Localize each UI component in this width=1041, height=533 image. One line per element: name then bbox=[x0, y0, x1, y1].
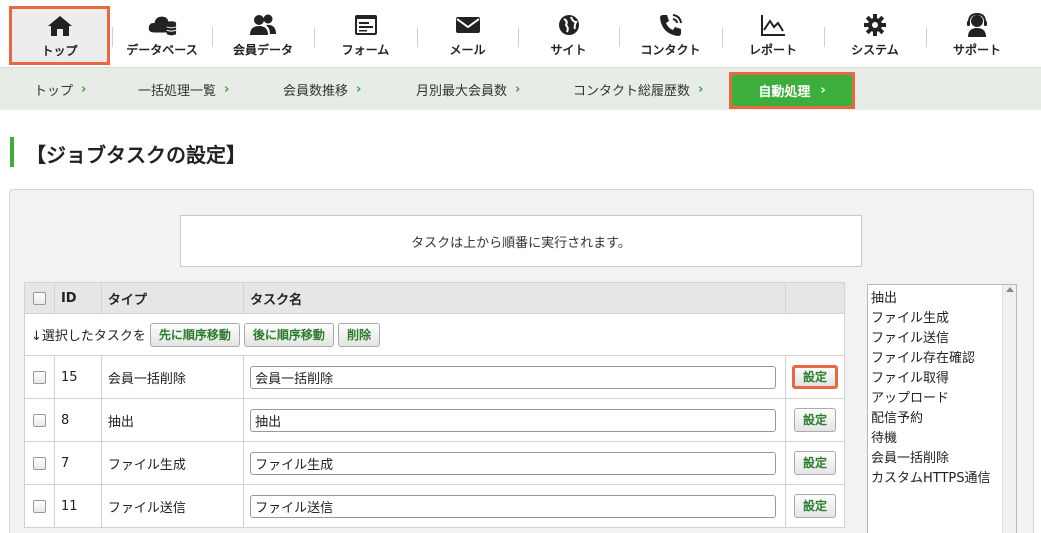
select-all-checkbox[interactable] bbox=[32, 291, 46, 305]
gear-icon bbox=[860, 11, 890, 39]
task-type-list[interactable]: 抽出 ファイル生成 ファイル送信 ファイル存在確認 ファイル取得 アップロード … bbox=[867, 284, 1017, 533]
title-accent-bar bbox=[10, 137, 14, 167]
table-row: 8 抽出 設定 bbox=[24, 398, 845, 442]
move-down-button[interactable]: 後に順序移動 bbox=[243, 322, 334, 347]
breadcrumb-top[interactable]: トップ › bbox=[34, 68, 86, 110]
settings-button[interactable]: 設定 bbox=[794, 451, 837, 475]
nav-top[interactable]: トップ bbox=[9, 6, 110, 65]
row-type: 抽出 bbox=[100, 398, 245, 442]
task-name-input[interactable] bbox=[250, 451, 777, 475]
row-checkbox[interactable] bbox=[32, 499, 46, 513]
chevron-right-icon: › bbox=[81, 81, 87, 97]
col-name-header: タスク名 bbox=[243, 282, 787, 314]
breadcrumb-batch-list[interactable]: 一括処理一覧 › bbox=[138, 68, 229, 110]
chevron-right-icon: › bbox=[820, 83, 826, 98]
nav-member-data[interactable]: 会員データ bbox=[212, 0, 314, 68]
list-item[interactable]: ファイル生成 bbox=[871, 309, 1013, 329]
globe-icon bbox=[554, 11, 584, 39]
scroll-up-icon[interactable] bbox=[1006, 287, 1014, 292]
list-item[interactable]: 会員一括削除 bbox=[871, 449, 1013, 469]
list-item[interactable]: カスタムHTTPS通信 bbox=[871, 469, 1013, 489]
nav-database[interactable]: データベース bbox=[112, 0, 212, 68]
users-icon bbox=[248, 11, 278, 39]
row-checkbox[interactable] bbox=[32, 370, 46, 384]
task-table: ID タイプ タスク名 ↓選択したタスクを 先に順序移動 後に順序移動 削除 1… bbox=[24, 282, 845, 528]
nav-mail[interactable]: メール bbox=[417, 0, 518, 68]
breadcrumb-monthly-max[interactable]: 月別最大会員数 › bbox=[416, 68, 520, 110]
col-id-header: ID bbox=[53, 282, 102, 314]
cloud-database-icon bbox=[147, 11, 177, 39]
task-name-input[interactable] bbox=[250, 365, 777, 389]
breadcrumb-member-trend[interactable]: 会員数推移 › bbox=[283, 68, 361, 110]
nav-system[interactable]: システム bbox=[824, 0, 926, 68]
task-name-input[interactable] bbox=[250, 494, 777, 518]
col-type-header: タイプ bbox=[100, 282, 245, 314]
settings-button[interactable]: 設定 bbox=[792, 365, 839, 389]
nav-support[interactable]: サポート bbox=[926, 0, 1028, 68]
list-item[interactable]: ファイル送信 bbox=[871, 329, 1013, 349]
top-nav: トップ データベース 会員データ フォーム メール サイト コンタクト レポート… bbox=[0, 0, 1041, 68]
home-icon bbox=[45, 12, 75, 40]
task-name-input[interactable] bbox=[250, 408, 777, 432]
list-item[interactable]: アップロード bbox=[871, 389, 1013, 409]
chevron-right-icon: › bbox=[515, 81, 521, 97]
row-id: 11 bbox=[53, 484, 102, 528]
row-type: ファイル生成 bbox=[100, 441, 245, 485]
row-id: 7 bbox=[53, 441, 102, 485]
nav-form[interactable]: フォーム bbox=[314, 0, 417, 68]
breadcrumb-auto-process[interactable]: 自動処理 › bbox=[729, 72, 855, 109]
phone-icon bbox=[656, 11, 686, 39]
list-item[interactable]: 待機 bbox=[871, 429, 1013, 449]
list-item[interactable]: ファイル存在確認 bbox=[871, 349, 1013, 369]
table-row: 11 ファイル送信 設定 bbox=[24, 484, 845, 528]
bulk-action-row: ↓選択したタスクを 先に順序移動 後に順序移動 削除 bbox=[24, 313, 845, 356]
breadcrumb-contact-history[interactable]: コンタクト総履歴数 › bbox=[573, 68, 703, 110]
chevron-right-icon: › bbox=[356, 81, 362, 97]
row-checkbox[interactable] bbox=[32, 413, 46, 427]
table-header-row: ID タイプ タスク名 bbox=[24, 282, 845, 314]
settings-button[interactable]: 設定 bbox=[794, 494, 837, 518]
list-item[interactable]: 配信予約 bbox=[871, 409, 1013, 429]
table-row: 15 会員一括削除 設定 bbox=[24, 355, 845, 399]
row-id: 15 bbox=[53, 355, 102, 399]
row-checkbox[interactable] bbox=[32, 456, 46, 470]
nav-report[interactable]: レポート bbox=[722, 0, 824, 68]
headset-icon bbox=[962, 11, 992, 39]
nav-site[interactable]: サイト bbox=[518, 0, 619, 68]
row-id: 8 bbox=[53, 398, 102, 442]
chart-icon bbox=[758, 11, 788, 39]
move-up-button[interactable]: 先に順序移動 bbox=[149, 322, 240, 347]
chevron-right-icon: › bbox=[698, 81, 704, 97]
mail-icon bbox=[453, 11, 483, 39]
row-type: 会員一括削除 bbox=[100, 355, 245, 399]
settings-button[interactable]: 設定 bbox=[794, 408, 837, 432]
list-item[interactable]: ファイル取得 bbox=[871, 369, 1013, 389]
notice-box: タスクは上から順番に実行されます。 bbox=[180, 215, 862, 267]
row-type: ファイル送信 bbox=[100, 484, 245, 528]
list-scrollbar[interactable] bbox=[1002, 285, 1016, 533]
chevron-right-icon: › bbox=[224, 81, 230, 97]
list-item[interactable]: 抽出 bbox=[871, 289, 1013, 309]
breadcrumb: トップ › 一括処理一覧 › 会員数推移 › 月別最大会員数 › コンタクト総履歴数 › bbox=[0, 68, 1041, 110]
bulk-label: ↓選択したタスクを bbox=[31, 329, 146, 344]
delete-button[interactable]: 削除 bbox=[337, 322, 380, 347]
page-title: 【ジョブタスクの設定】 bbox=[26, 143, 246, 167]
nav-contact[interactable]: コンタクト bbox=[619, 0, 722, 68]
form-icon bbox=[351, 11, 381, 39]
table-row: 7 ファイル生成 設定 bbox=[24, 441, 845, 485]
